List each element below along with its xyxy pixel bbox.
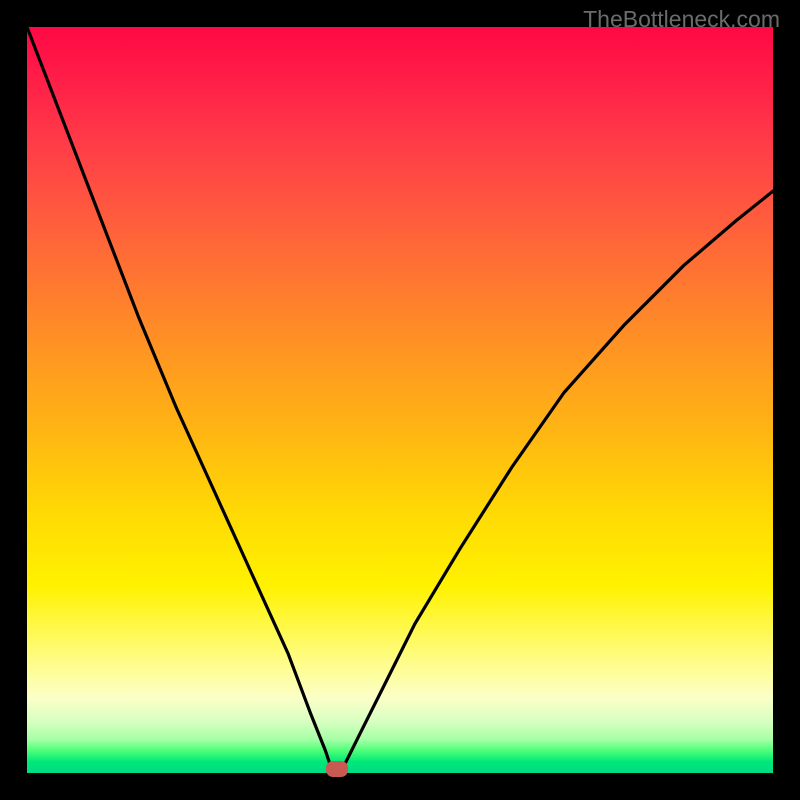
watermark-text: TheBottleneck.com	[583, 6, 780, 33]
optimal-point-marker	[326, 761, 348, 777]
chart-plot-area	[27, 27, 773, 773]
bottleneck-curve	[27, 27, 773, 773]
